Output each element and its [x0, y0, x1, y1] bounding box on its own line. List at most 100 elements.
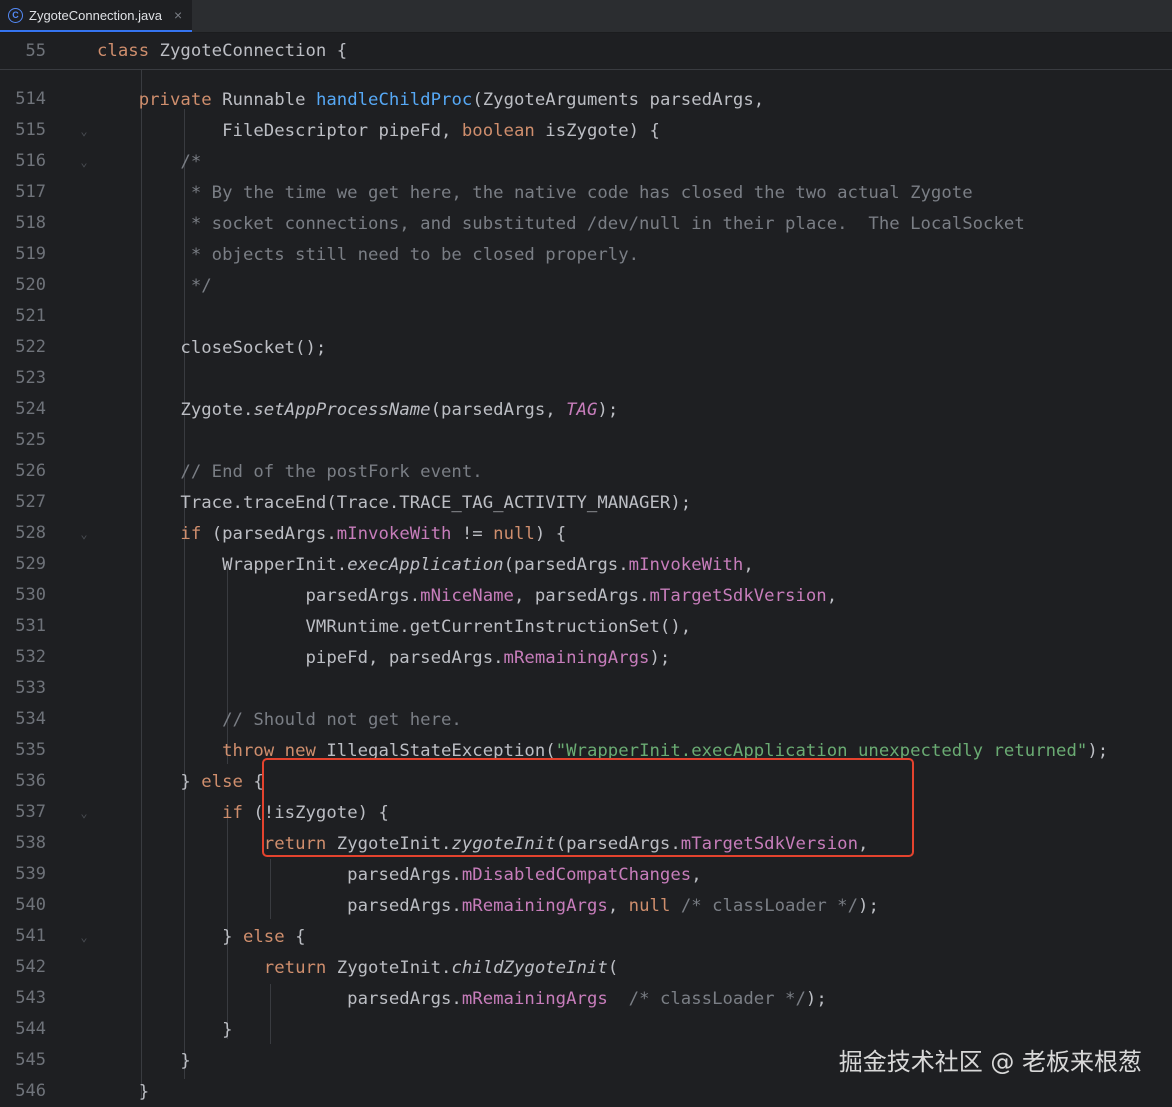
code-token: VMRuntime.getCurrentInstructionSet(), [97, 616, 692, 637]
code-token: ) { [534, 523, 567, 544]
line-number: 519 [15, 244, 46, 264]
code-token: ); [649, 647, 671, 668]
code-text: Zygote.setAppProcessName(parsedArgs, TAG… [97, 400, 618, 420]
code-token: * By the time we get here, the native co… [97, 182, 973, 203]
line-number: 528 [15, 523, 46, 543]
code-line[interactable]: 517 * By the time we get here, the nativ… [0, 177, 1172, 208]
code-token: (parsedArgs. [201, 523, 337, 544]
code-line[interactable]: 539 parsedArgs.mDisabledCompatChanges, [0, 859, 1172, 890]
code-token: mInvokeWith [628, 554, 744, 575]
code-token: ); [597, 399, 619, 420]
code-token: (parsedArgs. [503, 554, 629, 575]
code-token: TAG [566, 399, 598, 420]
code-token: /* classLoader */ [628, 988, 806, 1009]
fold-chevron-icon[interactable]: ⌄ [74, 124, 94, 138]
line-number: 538 [15, 833, 46, 853]
code-line[interactable]: 542 return ZygoteInit.childZygoteInit( [0, 952, 1172, 983]
fold-chevron-icon[interactable]: ⌄ [74, 527, 94, 541]
code-line[interactable]: 541 ⌄ } else { [0, 921, 1172, 952]
code-token: childZygoteInit [451, 957, 608, 978]
code-token: mRemainingArgs [461, 988, 608, 1009]
line-number: 516 [15, 151, 46, 171]
code-token: Zygote. [97, 399, 254, 420]
line-number: 524 [15, 399, 46, 419]
line-number: 544 [15, 1019, 46, 1039]
code-text: private Runnable handleChildProc(ZygoteA… [97, 90, 764, 110]
line-number: 526 [15, 461, 46, 481]
code-line[interactable]: 534 // Should not get here. [0, 704, 1172, 735]
code-token: ZygoteConnection { [149, 41, 348, 61]
code-token: else [201, 771, 243, 792]
sticky-code: class ZygoteConnection { [97, 41, 347, 61]
code-line[interactable]: 533 [0, 673, 1172, 704]
code-line[interactable]: 544 } [0, 1014, 1172, 1045]
code-token: setAppProcessName [253, 399, 431, 420]
code-line[interactable]: 543 parsedArgs.mRemainingArgs /* classLo… [0, 983, 1172, 1014]
fold-chevron-icon[interactable]: ⌄ [74, 930, 94, 944]
sticky-class-header[interactable]: 55 class ZygoteConnection { [0, 33, 1172, 70]
code-text: VMRuntime.getCurrentInstructionSet(), [97, 617, 691, 637]
code-line[interactable]: 514 private Runnable handleChildProc(Zyg… [0, 84, 1172, 115]
line-number: 531 [15, 616, 46, 636]
code-line[interactable]: 516 ⌄ /* [0, 146, 1172, 177]
code-line[interactable]: 521 [0, 301, 1172, 332]
code-line[interactable]: 530 parsedArgs.mNiceName, parsedArgs.mTa… [0, 580, 1172, 611]
code-line[interactable]: 546 } [0, 1076, 1172, 1107]
code-line[interactable]: 540 parsedArgs.mRemainingArgs, null /* c… [0, 890, 1172, 921]
code-line[interactable]: 529 WrapperInit.execApplication(parsedAr… [0, 549, 1172, 580]
code-text: } [97, 1051, 191, 1071]
code-token: if [180, 523, 202, 544]
line-number: 527 [15, 492, 46, 512]
line-number: 542 [15, 957, 46, 977]
code-text: parsedArgs.mNiceName, parsedArgs.mTarget… [97, 586, 837, 606]
code-line[interactable]: 528 ⌄ if (parsedArgs.mInvokeWith != null)… [0, 518, 1172, 549]
line-number: 541 [15, 926, 46, 946]
code-text: * socket connections, and substituted /d… [97, 214, 1025, 234]
code-line[interactable]: 527 Trace.traceEnd(Trace.TRACE_TAG_ACTIV… [0, 487, 1172, 518]
code-token: ); [858, 895, 879, 916]
code-line[interactable]: 532 pipeFd, parsedArgs.mRemainingArgs); [0, 642, 1172, 673]
fold-chevron-icon[interactable]: ⌄ [74, 155, 94, 169]
code-token: // End of the postFork event. [97, 461, 483, 482]
code-text: // End of the postFork event. [97, 462, 483, 482]
code-line[interactable]: 526 // End of the postFork event. [0, 456, 1172, 487]
code-token: ( [607, 957, 619, 978]
code-line[interactable]: 520 */ [0, 270, 1172, 301]
code-text: if (parsedArgs.mInvokeWith != null) { [97, 524, 566, 544]
code-text: * objects still need to be closed proper… [97, 245, 639, 265]
code-line[interactable]: 519 * objects still need to be closed pr… [0, 239, 1172, 270]
code-text: closeSocket(); [97, 338, 326, 358]
line-number: 530 [15, 585, 46, 605]
code-text: Trace.traceEnd(Trace.TRACE_TAG_ACTIVITY_… [97, 493, 691, 513]
code-token: } [97, 1019, 233, 1040]
code-line[interactable]: 518 * socket connections, and substitute… [0, 208, 1172, 239]
line-number: 523 [15, 368, 46, 388]
code-line[interactable]: 515 ⌄ FileDescriptor pipeFd, boolean isZy… [0, 115, 1172, 146]
code-line[interactable]: 523 [0, 363, 1172, 394]
code-token: */ [97, 275, 212, 296]
fold-chevron-icon[interactable]: ⌄ [74, 806, 94, 820]
code-token: } [97, 1081, 150, 1102]
code-token: parsedArgs. [97, 895, 462, 916]
code-text: /* [97, 152, 201, 172]
tab-zygote-connection[interactable]: C ZygoteConnection.java × [0, 0, 193, 32]
code-editor[interactable]: 514 private Runnable handleChildProc(Zyg… [0, 69, 1172, 1107]
close-icon[interactable]: × [174, 7, 182, 23]
code-line[interactable]: 531 VMRuntime.getCurrentInstructionSet()… [0, 611, 1172, 642]
code-token: mInvokeWith [336, 523, 452, 544]
code-text: parsedArgs.mDisabledCompatChanges, [97, 865, 702, 885]
line-number: 534 [15, 709, 46, 729]
class-icon: C [8, 7, 23, 23]
code-line[interactable]: 525 [0, 425, 1172, 456]
code-text: pipeFd, parsedArgs.mRemainingArgs); [97, 648, 670, 668]
code-token: ); [1087, 740, 1109, 761]
code-text: parsedArgs.mRemainingArgs, null /* class… [97, 896, 879, 916]
code-token: mRemainingArgs [503, 647, 650, 668]
tab-title: ZygoteConnection.java [29, 7, 162, 23]
code-line[interactable]: 524 Zygote.setAppProcessName(parsedArgs,… [0, 394, 1172, 425]
code-line[interactable]: 522 closeSocket(); [0, 332, 1172, 363]
